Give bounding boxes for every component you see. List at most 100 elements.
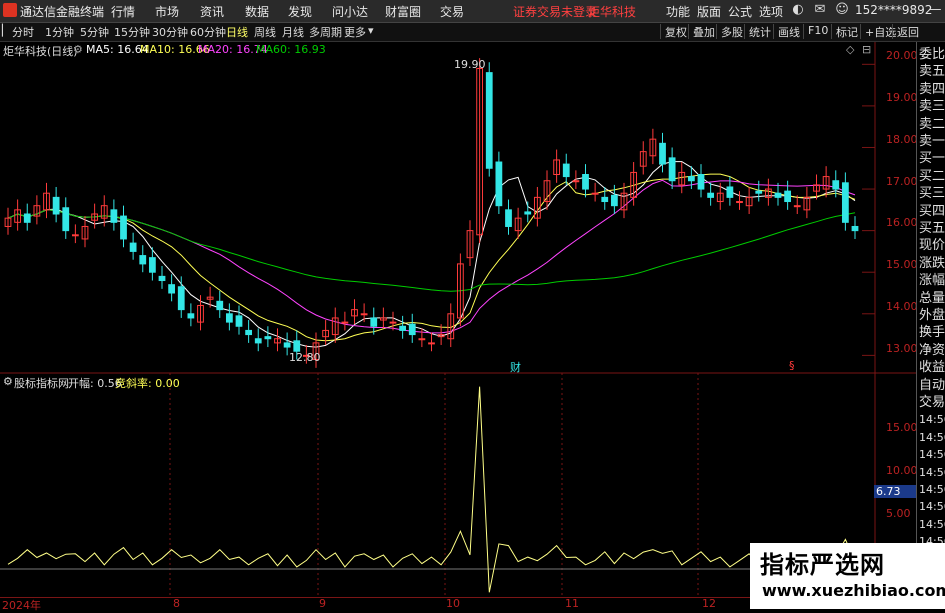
mark-button[interactable]: 标记 (831, 24, 862, 39)
candle (216, 300, 224, 311)
menu-data[interactable]: 数据 (245, 3, 269, 20)
kline-chart[interactable] (0, 42, 916, 597)
restore-rights-button[interactable]: 复权 (660, 24, 691, 39)
multi-stock-button[interactable]: 多股 (716, 24, 747, 39)
menu-market[interactable]: 市场 (155, 3, 179, 20)
side-panel-item: 买三 (919, 186, 945, 202)
side-panel-item: 涨跌 (919, 255, 945, 271)
candle (389, 321, 397, 324)
f10-button[interactable]: F10 (803, 24, 832, 39)
indicator-gear-icon[interactable]: ⚙ (3, 375, 13, 388)
watermark: 指标严选网 www.xuezhibiao.com (750, 543, 945, 609)
menu-wealth[interactable]: 财富圈 (385, 3, 421, 20)
period-1min[interactable]: 1分钟 (45, 24, 74, 40)
period-toolbar: ▏ 分时 1分钟 5分钟 15分钟 30分钟 60分钟 日线 周线 月线 多周期… (0, 23, 945, 42)
y-tick-13: 13.00 (886, 342, 918, 355)
side-panel-item: 卖四 (919, 81, 945, 97)
period-30min[interactable]: 30分钟 (152, 24, 188, 40)
app-title: 通达信金融终端 (20, 5, 105, 19)
sub-y-tick-10: 10.00 (886, 464, 918, 477)
candle (726, 186, 734, 198)
draw-line-button[interactable]: 画线 (773, 24, 804, 39)
candle (120, 215, 127, 240)
candle (428, 342, 435, 345)
side-panel-item: 14:56 (919, 448, 945, 462)
candle (399, 325, 407, 331)
finance-event-marker[interactable]: 财 (510, 359, 521, 375)
sub-y-tick-15: 15.00 (886, 421, 918, 434)
candle (370, 317, 378, 327)
candle (293, 340, 301, 352)
candle (52, 196, 60, 215)
side-panel-item: 总量 (919, 290, 945, 306)
menu-function[interactable]: 功能 (666, 3, 690, 20)
menu-news[interactable]: 资讯 (200, 3, 224, 20)
overlay-button[interactable]: 叠加 (688, 24, 719, 39)
candle (360, 313, 368, 316)
y-tick-15: 15.00 (886, 258, 918, 271)
candle (264, 336, 272, 340)
x-label-sep: 9 (319, 597, 326, 610)
menu-quotes[interactable]: 行情 (111, 3, 135, 20)
candle (158, 275, 166, 282)
message-icon[interactable]: ✉ (812, 2, 828, 18)
side-panel-item: 卖五 (919, 64, 945, 80)
candle (71, 234, 79, 237)
dividend-event-icon[interactable]: § (789, 359, 795, 372)
period-60min[interactable]: 60分钟 (190, 24, 226, 40)
side-panel-item: 外盘 (919, 308, 945, 323)
minimize-icon[interactable]: — (927, 2, 943, 18)
menu-layout[interactable]: 版面 (697, 3, 721, 20)
period-more[interactable]: 更多 (344, 24, 366, 40)
candle (784, 190, 792, 203)
statistics-button[interactable]: 统计 (744, 24, 775, 39)
current-stock: 炬华科技 (588, 5, 637, 19)
side-panel-item: 14:56 (919, 413, 945, 427)
user-icon[interactable]: ☺ (834, 2, 850, 18)
quote-side-panel: 委比 卖五 卖四 卖三 卖二 卖一 买一 买二 买三 买四 买五 现价 涨跌 涨幅 总量 外盘 换手 净资 收益 自动… (916, 42, 945, 609)
menu-options[interactable]: 选项 (759, 3, 783, 20)
side-panel-item: 卖一 (919, 134, 945, 149)
account-number[interactable]: 152****9892 (855, 3, 932, 17)
period-multi[interactable]: 多周期 (309, 24, 342, 40)
candle (505, 209, 512, 227)
candle (774, 192, 782, 198)
watermark-title: 指标严选网 (760, 551, 885, 579)
y-tick-18: 18.00 (886, 133, 918, 146)
period-daily[interactable]: 日线 (226, 24, 248, 40)
login-status[interactable]: 证券交易未登录 (513, 3, 597, 20)
menu-ask[interactable]: 问小达 (332, 3, 368, 20)
x-label-aug: 8 (173, 597, 180, 610)
period-5min[interactable]: 5分钟 (80, 24, 109, 40)
toolbar-left-icon[interactable]: ▏ (2, 24, 10, 37)
candle (668, 157, 676, 182)
menu-discover[interactable]: 发现 (288, 3, 312, 20)
candle (62, 207, 70, 232)
more-dropdown-icon[interactable]: ▾ (368, 24, 374, 37)
candle (168, 284, 176, 294)
sub-y-tick-5: 5.00 (886, 507, 911, 520)
period-15min[interactable]: 15分钟 (114, 24, 150, 40)
period-intraday[interactable]: 分时 (12, 24, 34, 40)
candle (408, 323, 416, 336)
y-tick-19: 19.00 (886, 91, 918, 104)
period-weekly[interactable]: 周线 (254, 24, 276, 40)
side-panel-item: 现价 (919, 238, 945, 254)
period-monthly[interactable]: 月线 (282, 24, 304, 40)
menu-formula[interactable]: 公式 (728, 3, 752, 20)
watermark-url: www.xuezhibiao.com (762, 581, 945, 600)
side-panel-item: 委比 (919, 47, 945, 62)
side-panel-item: 14:56 (919, 517, 945, 531)
candle (23, 213, 31, 223)
candle (148, 257, 156, 273)
indicator-title[interactable]: 股标指标网 (14, 375, 69, 391)
menu-trade[interactable]: 交易 (440, 3, 464, 20)
side-panel-item: 买四 (919, 203, 945, 219)
candle (139, 255, 147, 265)
y-tick-20: 20.00 (886, 49, 918, 62)
side-panel-item: 买二 (919, 168, 945, 184)
back-button[interactable]: 返回 (892, 24, 923, 39)
app-logo-icon (3, 3, 17, 17)
side-panel-item: 卖三 (919, 99, 945, 115)
skin-icon[interactable]: ◐ (790, 2, 806, 18)
